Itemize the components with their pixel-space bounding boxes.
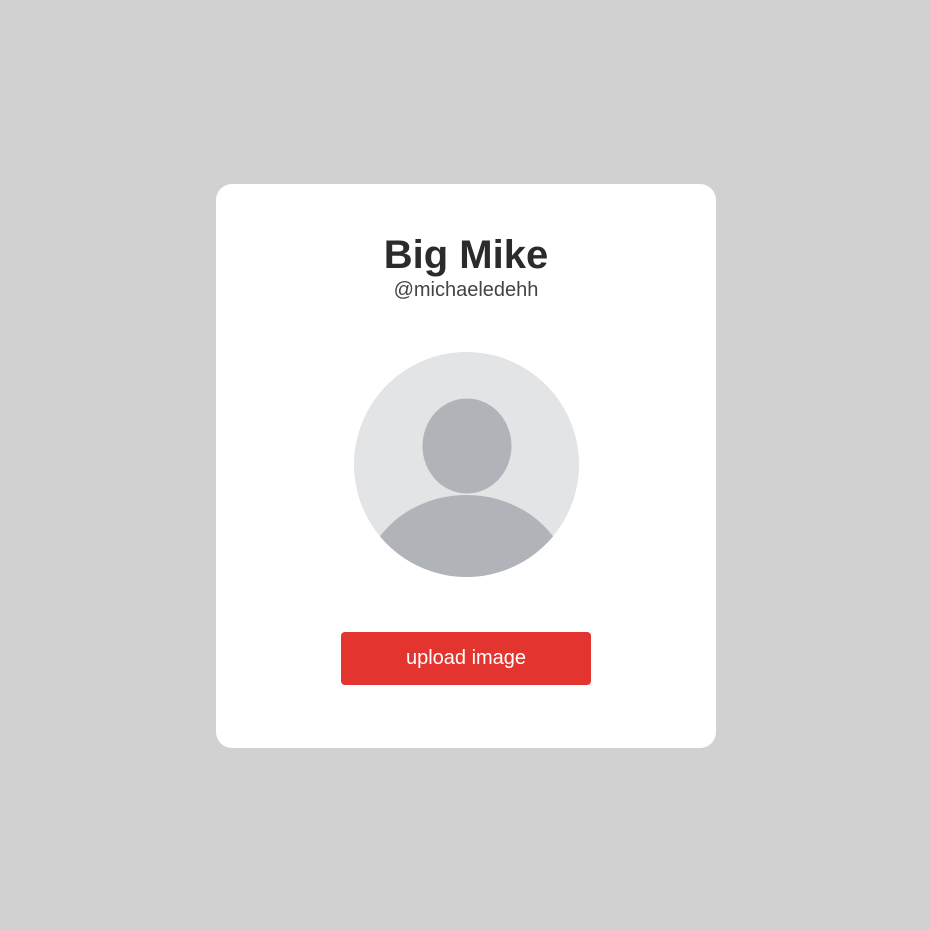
profile-card: Big Mike @michaeledehh upload image [216,184,716,748]
page: Big Mike @michaeledehh upload image [0,0,930,930]
avatar-head [422,398,512,494]
user-placeholder-icon [354,352,579,577]
profile-handle: @michaeledehh [393,279,539,301]
profile-name: Big Mike [383,233,549,277]
avatar [354,352,579,577]
upload-image-button[interactable]: upload image [341,632,591,685]
